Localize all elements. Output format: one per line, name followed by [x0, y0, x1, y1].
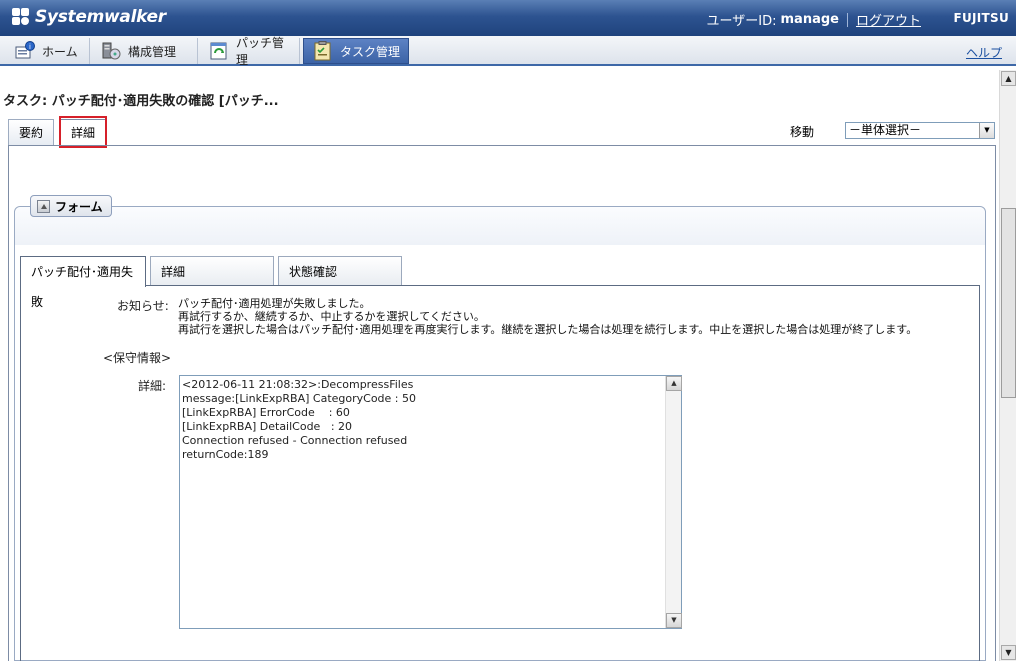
scroll-up-icon[interactable]: ▲: [666, 376, 682, 391]
nav-tab-label: 構成管理: [128, 44, 177, 59]
page-scrollbar[interactable]: ▲ ▼: [999, 70, 1016, 661]
notice-line: パッチ配付･適用処理が失敗しました。: [178, 297, 371, 310]
page-title: タスク: パッチ配付･適用失敗の確認 [パッチ...: [3, 94, 279, 109]
tab-detail-label: 詳細: [71, 126, 96, 140]
task-icon: [312, 41, 334, 61]
scroll-thumb[interactable]: [1001, 208, 1016, 398]
detail-label: 詳細:: [138, 379, 167, 393]
scroll-down-icon[interactable]: ▼: [666, 613, 682, 628]
patch-icon: [208, 41, 230, 61]
app-header: Systemwalker ユーザーID: manage ログアウト FUJITS…: [0, 0, 1016, 36]
nav-tab-label: タスク管理: [340, 44, 401, 59]
help-link[interactable]: ヘルプ: [966, 44, 1002, 61]
textarea-scrollbar[interactable]: ▲ ▼: [665, 376, 682, 628]
tab-patch-failure[interactable]: パッチ配付･適用失敗: [20, 256, 146, 309]
configuration-icon: [100, 41, 122, 61]
tab-form-detail[interactable]: 詳細: [150, 256, 274, 286]
divider: [846, 12, 848, 27]
fujitsu-logo: FUJITSU: [953, 11, 1009, 25]
nav-tab-label: パッチ管理: [236, 36, 285, 67]
notice-line: 再試行するか、継続するか、中止するかを選択してください。: [178, 310, 485, 323]
nav-tab-patch[interactable]: パッチ管理: [200, 36, 300, 67]
collapse-icon[interactable]: [37, 199, 50, 213]
form-legend-label: フォーム: [55, 199, 103, 214]
systemwalker-logo: Systemwalker: [10, 7, 166, 27]
user-id-label: ユーザーID:: [706, 14, 777, 29]
scroll-down-icon[interactable]: ▼: [1001, 645, 1016, 660]
nav-tab-configuration[interactable]: 構成管理: [92, 38, 198, 64]
nav-tab-label: ホーム: [42, 44, 78, 59]
tab-status-check[interactable]: 状態確認: [278, 256, 402, 286]
systemwalker-logo-icon: [10, 7, 32, 27]
maintenance-info-label: <保守情報>: [103, 351, 172, 365]
user-id: manage: [780, 12, 839, 27]
tab-detail[interactable]: 詳細: [59, 116, 108, 148]
form-toggle[interactable]: フォーム: [30, 195, 112, 217]
notice-message: パッチ配付･適用処理が失敗しました。 再試行するか、継続するか、中止するかを選択…: [178, 297, 917, 336]
svg-text:i: i: [29, 43, 31, 51]
main-nav: i ホーム 構成管理 パッチ管理 タスク管理 ヘルプ: [0, 36, 1016, 67]
tab-summary[interactable]: 要約: [8, 119, 55, 146]
nav-tab-home[interactable]: i ホーム: [6, 38, 90, 64]
move-label: 移動: [790, 125, 815, 139]
move-select[interactable]: －単体選択－ ▼: [845, 122, 995, 139]
move-select-value: －単体選択－: [849, 123, 922, 137]
scroll-up-icon[interactable]: ▲: [1001, 71, 1016, 86]
notice-line: 再試行を選択した場合はパッチ配付･適用処理を再度実行します。継続を選択した場合は…: [178, 323, 918, 336]
detail-text[interactable]: <2012-06-11 21:08:32>:DecompressFiles me…: [182, 378, 664, 626]
user-area: ユーザーID: manage ログアウト: [707, 10, 921, 29]
nav-tab-task[interactable]: タスク管理: [303, 38, 409, 64]
detail-textarea[interactable]: <2012-06-11 21:08:32>:DecompressFiles me…: [179, 375, 682, 629]
form-frame-header: [15, 207, 985, 245]
notice-label: お知らせ:: [117, 299, 169, 313]
chevron-down-icon[interactable]: ▼: [979, 123, 994, 138]
home-icon: i: [14, 41, 36, 61]
logout-link[interactable]: ログアウト: [856, 10, 921, 29]
logo-text: Systemwalker: [35, 7, 166, 27]
